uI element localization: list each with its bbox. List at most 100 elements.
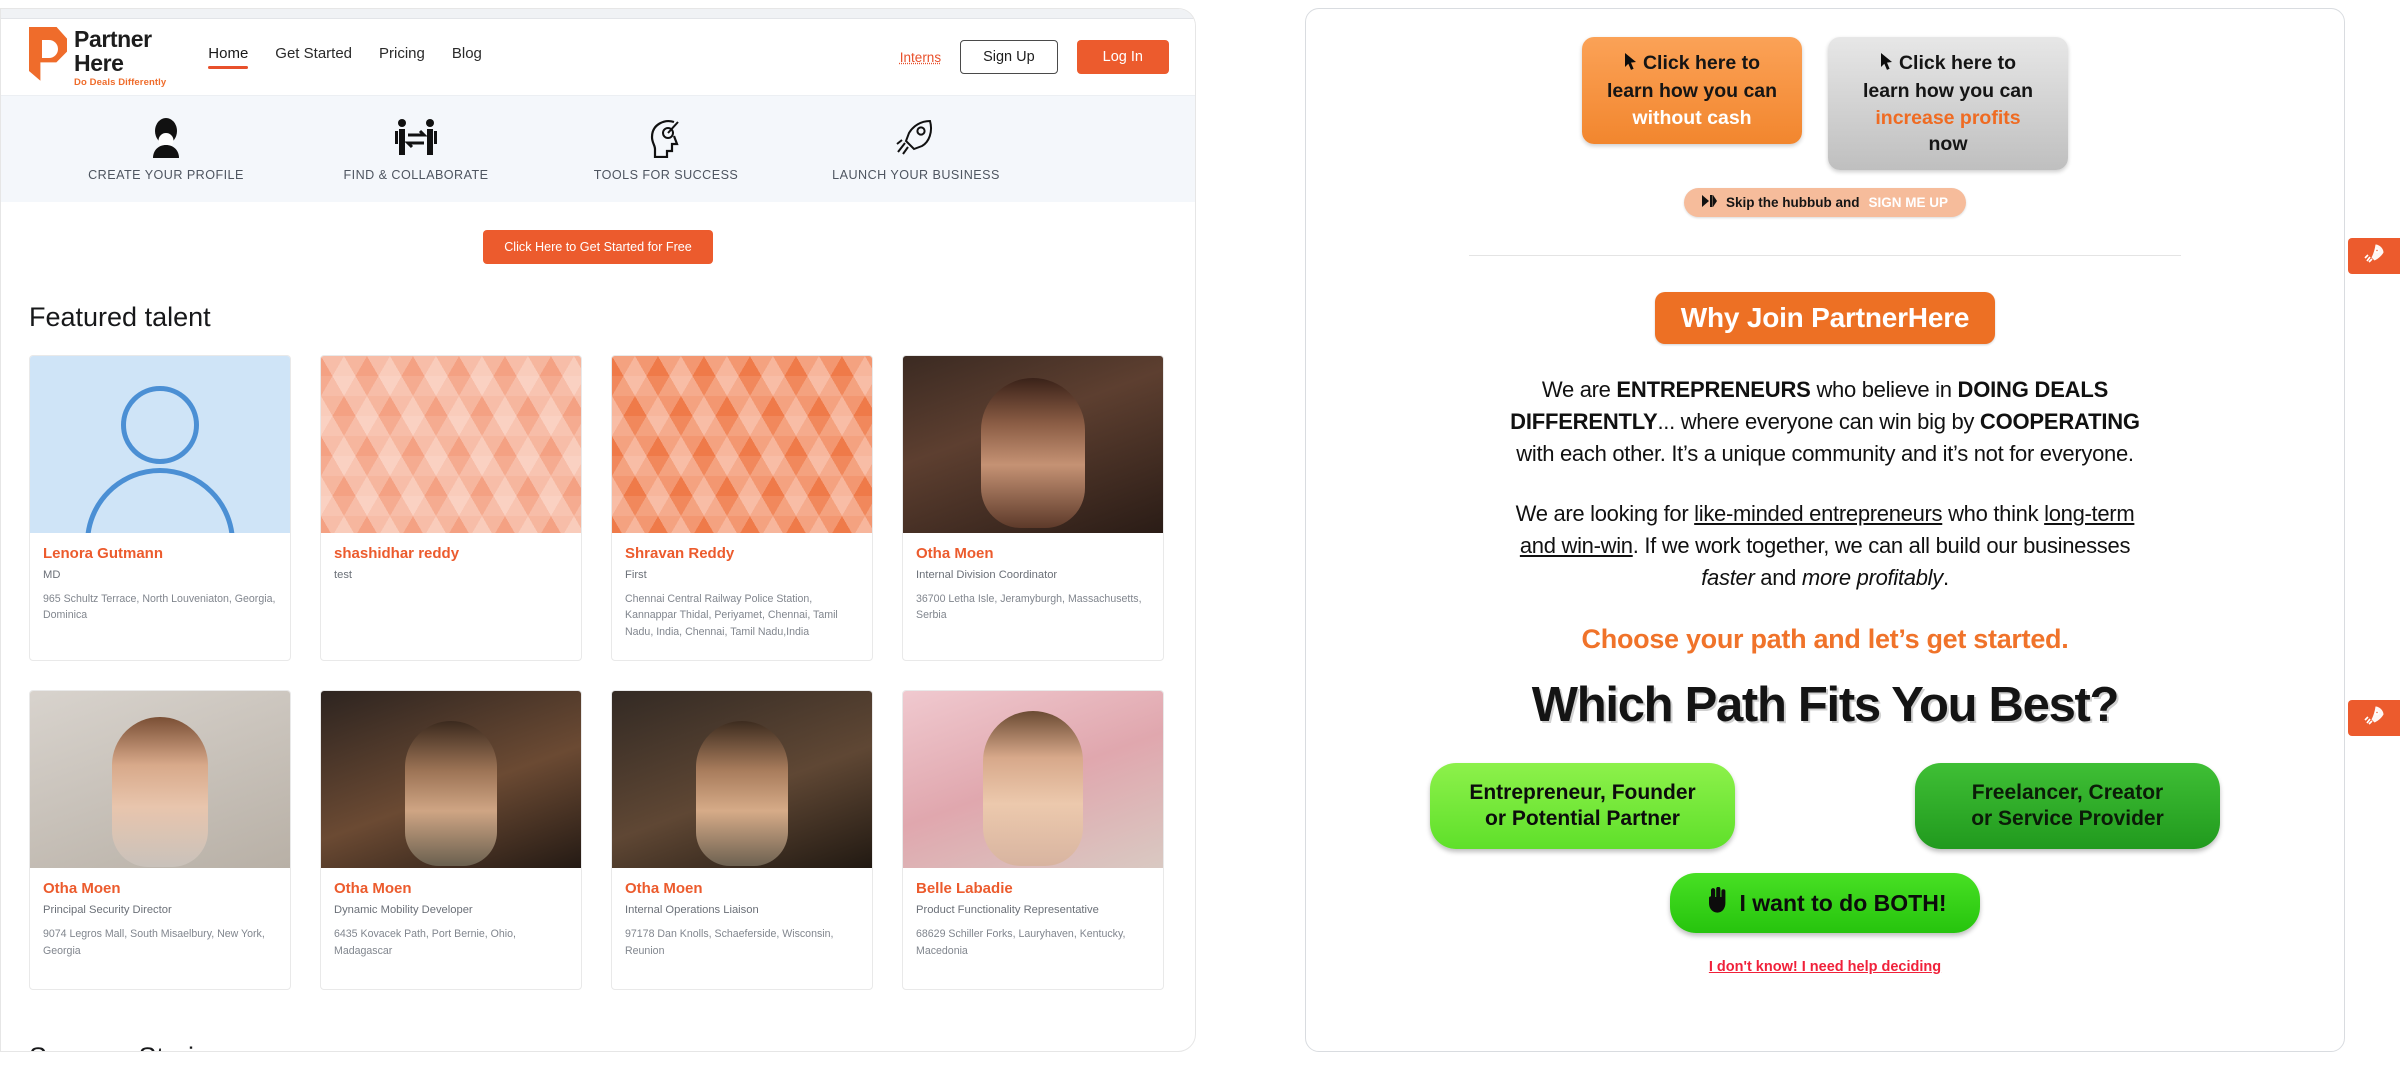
p1-text-1: We are [1541,377,1617,403]
talent-role: test [334,569,353,581]
talent-card[interactable]: shashidhar reddy test [320,355,582,662]
feature-label: TOOLS FOR SUCCESS [593,167,739,182]
talent-address: 6435 Kovacek Path, Port Bernie, Ohio, Ma… [334,928,516,957]
rocket-icon [2362,704,2386,733]
feature-launch-your-business[interactable]: LAUNCH YOUR BUSINESS [791,117,1041,182]
talent-address: 68629 Schiller Forks, Lauryhaven, Kentuc… [916,928,1126,957]
talent-card[interactable]: Otha Moen Principal Security Director 90… [29,690,291,991]
path-buttons-row: Entrepreneur, Founder or Potential Partn… [1352,762,2298,850]
talent-name: Belle Labadie [916,880,1013,898]
talent-name: Lenora Gutmann [43,545,164,562]
path-entrepreneur-button[interactable]: Entrepreneur, Founder or Potential Partn… [1430,762,1735,850]
talent-photo [612,356,872,533]
p1-text-3: ... where everyone can win big by [1657,409,1980,435]
talent-address: 36700 Letha Isle, Jeramyburgh, Massachus… [916,593,1142,622]
learn-increase-profits-button[interactable]: Click here to learn how you can increase… [1828,37,2068,171]
p1-bold-1: ENTREPRENEURS [1616,377,1811,403]
p2-text-5: . [1942,564,1949,590]
feature-label: LAUNCH YOUR BUSINESS [832,167,1000,182]
path-left-line-2: or Potential Partner [1485,806,1680,830]
learn-without-cash-button[interactable]: Click here to learn how you can without … [1582,37,1802,144]
talent-name: Shravan Reddy [625,545,735,562]
feature-create-your-profile[interactable]: CREATE YOUR PROFILE [41,117,291,182]
which-path-heading: Which Path Fits You Best? [1531,677,2120,732]
do-both-button[interactable]: I want to do BOTH! [1669,873,1981,934]
bubble-line-1: Click here to [1642,52,1761,74]
success-stories-heading: Success Stories [1,990,1195,1051]
talent-photo [30,691,290,869]
feature-tools-for-success[interactable]: TOOLS FOR SUCCESS [541,117,791,182]
talent-photo [903,356,1163,533]
intro-paragraph-1: We are ENTREPRENEURS who believe in DOIN… [1495,374,2155,470]
talent-name: Otha Moen [334,880,412,898]
bubble-line-2: learn how you can [1606,80,1778,103]
talent-name: shashidhar reddy [334,545,460,562]
p1-text-2: who believe in [1810,377,1958,403]
two-people-exchange-icon [395,117,437,159]
talent-role: Internal Division Coordinator [916,569,1058,581]
screen: Partner Here Do Deals Differently Home G… [0,0,2400,1067]
logo-line-1: Partner [74,25,152,52]
skip-hubbub-signup-button[interactable]: Skip the hubbub and SIGN ME UP [1683,188,1966,218]
talent-role: First [625,569,647,581]
talent-role: Principal Security Director [43,904,172,917]
both-label: I want to do BOTH! [1739,889,1947,916]
partnerhere-website-panel: Partner Here Do Deals Differently Home G… [0,8,1196,1052]
nav-actions: Interns Sign Up Log In [900,40,1169,74]
talent-card[interactable]: Otha Moen Internal Operations Liaison 97… [611,690,873,991]
interns-link[interactable]: Interns [900,50,941,65]
talent-card[interactable]: Lenora Gutmann MD 965 Schultz Terrace, N… [29,355,291,662]
cta-row: Click Here to Get Started for Free [1,202,1195,264]
p2-text-4: and [1754,564,1802,590]
nav-item-home[interactable]: Home [208,45,249,69]
p2-text-1: We are looking for [1515,500,1695,526]
bubble-line-2: learn how you can [1862,80,2034,103]
p2-italic-1: faster [1701,564,1755,590]
choose-your-path-text: Choose your path and let’s get started. [1581,623,2069,654]
talent-card[interactable]: Belle Labadie Product Functionality Repr… [902,690,1164,991]
feature-find-collaborate[interactable]: FIND & COLLABORATE [291,117,541,182]
logo-line-2: Here [74,49,124,76]
featured-talent-grid: Lenora Gutmann MD 965 Schultz Terrace, N… [1,333,1195,991]
side-tab-rocket-1[interactable] [2348,238,2400,274]
feature-strip: CREATE YOUR PROFILE FIND & COLLABORATE T… [1,95,1195,202]
bubble-line-3: now [1928,132,1968,155]
p2-italic-2: more profitably [1801,564,1943,590]
sign-up-button[interactable]: Sign Up [960,40,1058,74]
feature-label: FIND & COLLABORATE [343,167,489,182]
section-divider [1469,255,2181,257]
path-freelancer-button[interactable]: Freelancer, Creator or Service Provider [1915,762,2220,850]
talent-card[interactable]: Otha Moen Internal Division Coordinator … [902,355,1164,662]
why-join-partnerhere-badge[interactable]: Why Join PartnerHere [1654,292,1996,345]
bubble-line-1: Click here to [1898,52,2017,74]
get-started-free-button[interactable]: Click Here to Get Started for Free [483,230,713,264]
talent-photo [612,691,872,869]
talent-card[interactable]: Otha Moen Dynamic Mobility Developer 643… [320,690,582,991]
talent-role: MD [43,569,61,581]
side-tab-rocket-2[interactable] [2348,700,2400,736]
talent-address: 9074 Legros Mall, South Misaelbury, New … [43,928,265,957]
intro-paragraph-2: We are looking for like-minded entrepren… [1495,498,2155,594]
talent-name: Otha Moen [625,880,703,898]
talent-photo [903,691,1163,869]
skip-label: Skip the hubbub and [1725,195,1860,211]
p2-text-3: . If we work together, we can all build … [1632,532,2131,558]
feature-label: CREATE YOUR PROFILE [88,167,244,182]
talent-card[interactable]: Shravan Reddy First Chennai Central Rail… [611,355,873,662]
logo-p-mark-icon [29,26,67,81]
log-in-button[interactable]: Log In [1076,40,1169,74]
p1-text-4: with each other. It’s a unique community… [1516,441,2134,467]
cursor-pointer-icon [1880,52,1894,78]
partnerhere-logo[interactable]: Partner Here Do Deals Differently [29,25,167,88]
nav-item-get-started[interactable]: Get Started [275,45,352,69]
skip-highlight: SIGN ME UP [1868,195,1948,211]
talent-address: 965 Schultz Terrace, North Louveniaton, … [43,593,276,622]
need-help-deciding-link[interactable]: I don't know! I need help deciding [1709,959,1941,975]
talent-role: Product Functionality Representative [916,904,1099,917]
rocket-icon [896,117,936,159]
nav-item-pricing[interactable]: Pricing [379,45,425,69]
nav-item-blog[interactable]: Blog [452,45,482,69]
talent-role: Dynamic Mobility Developer [334,904,473,917]
talent-address: 97178 Dan Knolls, Schaeferside, Wisconsi… [625,928,834,957]
logo-tagline: Do Deals Differently [74,76,167,88]
